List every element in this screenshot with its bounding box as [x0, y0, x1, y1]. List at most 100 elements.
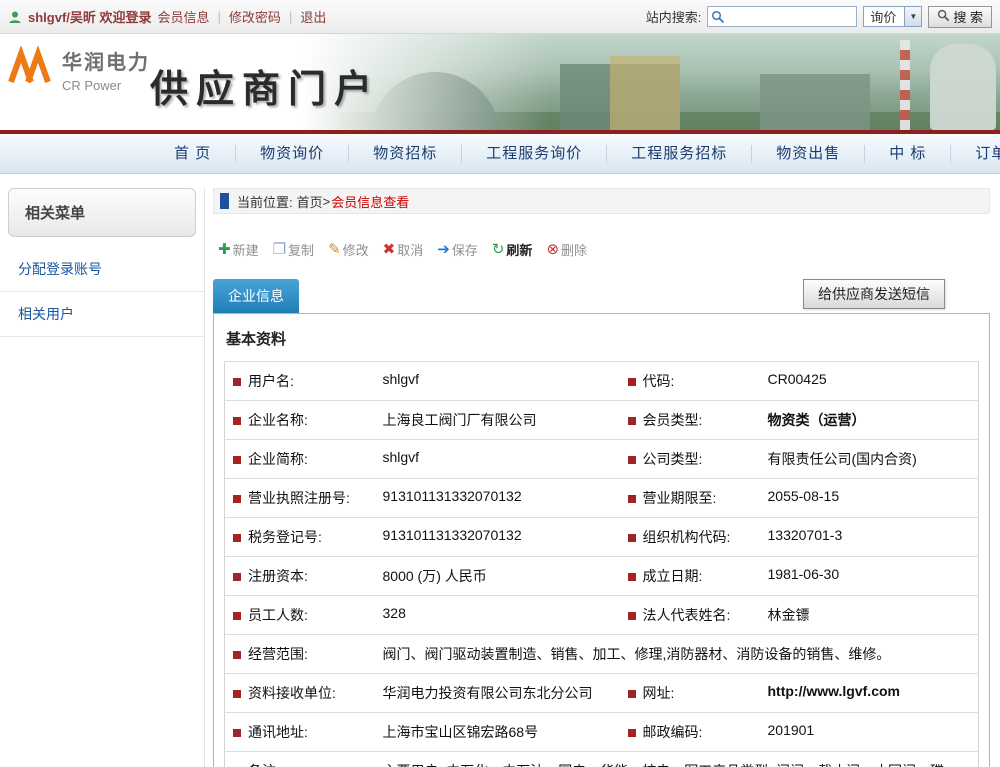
nav-service-inquiry[interactable]: 工程服务询价: [462, 145, 607, 163]
field-value: 1981-06-30: [760, 557, 979, 596]
tab-company-info[interactable]: 企业信息: [213, 279, 299, 313]
site-search-label: 站内搜索:: [646, 7, 702, 26]
section-title: 基本资料: [224, 314, 979, 361]
copy-button[interactable]: ❐ 复制: [268, 238, 319, 261]
member-info-link[interactable]: 会员信息: [158, 7, 210, 26]
field-value: 华润电力投资有限公司东北分公司: [375, 674, 620, 713]
field-value: 阀门、阀门驱动装置制造、销售、加工、修理,消防器材、消防设备的销售、维修。: [375, 635, 979, 674]
save-button[interactable]: ➔ 保存: [432, 238, 483, 261]
bullet-icon: [233, 456, 241, 464]
header-banner: 华润电力 CR Power 供应商门户: [0, 34, 1000, 130]
field-value: shlgvf: [375, 440, 620, 479]
field-label: 公司类型:: [643, 451, 703, 467]
field-label: 税务登记号:: [248, 529, 322, 545]
nav-material-bidding[interactable]: 物资招标: [349, 145, 462, 163]
sidebar-item-related-users[interactable]: 相关用户: [0, 292, 204, 337]
company-info-table: 用户名: shlgvf 代码: CR00425 企业名称: 上海良工阀门厂有限公…: [224, 361, 979, 767]
cancel-icon: ✖: [383, 242, 396, 257]
field-value: 物资类（运营）: [760, 401, 979, 440]
bullet-icon: [233, 378, 241, 386]
field-label: 营业期限至:: [643, 490, 717, 506]
sidebar: 相关菜单 分配登录账号 相关用户: [0, 188, 205, 767]
field-label: 通讯地址:: [248, 724, 308, 740]
breadcrumb-current[interactable]: 会员信息查看: [331, 192, 409, 211]
bullet-icon: [233, 573, 241, 581]
table-row: 企业名称: 上海良工阀门厂有限公司 会员类型: 物资类（运营）: [225, 401, 979, 440]
table-row: 通讯地址: 上海市宝山区锦宏路68号 邮政编码: 201901: [225, 713, 979, 752]
breadcrumb-home-link[interactable]: 首页: [297, 192, 323, 211]
user-icon: [8, 10, 22, 24]
separator: |: [289, 9, 292, 24]
nav-service-bidding[interactable]: 工程服务招标: [607, 145, 752, 163]
field-label: 企业简称:: [248, 451, 308, 467]
new-icon: ✚: [218, 242, 231, 257]
field-value: 有限责任公司(国内合资): [760, 440, 979, 479]
breadcrumb-label: 当前位置:: [237, 192, 293, 211]
bullet-icon: [628, 612, 636, 620]
field-label: 代码:: [643, 373, 675, 389]
bullet-icon: [628, 573, 636, 581]
cr-power-logo-icon: [8, 46, 54, 93]
nav-awarded[interactable]: 中 标: [865, 145, 951, 163]
new-button[interactable]: ✚ 新建: [213, 238, 264, 261]
cancel-button[interactable]: ✖ 取消: [378, 238, 429, 261]
field-value: http://www.lgvf.com: [760, 674, 979, 713]
field-label: 成立日期:: [643, 568, 703, 584]
breadcrumb-separator: >: [323, 194, 331, 209]
logo-text-cn: 华润电力: [62, 46, 150, 75]
main-nav: 首 页 物资询价 物资招标 工程服务询价 工程服务招标 物资出售 中 标 订单/…: [0, 134, 1000, 174]
nav-home[interactable]: 首 页: [150, 145, 236, 163]
main-content: 当前位置: 首页 > 会员信息查看 ✚ 新建 ❐ 复制 ✎ 修改 ✖ 取消: [205, 188, 1000, 767]
search-input[interactable]: [728, 8, 856, 25]
company-info-panel: 基本资料 用户名: shlgvf 代码: CR00425 企业名称: 上海良工阀…: [213, 313, 990, 767]
company-logo: 华润电力 CR Power: [8, 46, 150, 93]
table-row: 备注: 主要用户: 中石化、中石油、国电、华能、核电、军工产品类型: 闸阀、截止…: [225, 752, 979, 767]
field-value: 上海良工阀门厂有限公司: [375, 401, 620, 440]
field-label: 经营范围:: [248, 646, 308, 662]
sidebar-item-assign-accounts[interactable]: 分配登录账号: [0, 247, 204, 292]
nav-material-sale[interactable]: 物资出售: [752, 145, 865, 163]
field-label: 企业名称:: [248, 412, 308, 428]
send-sms-button[interactable]: 给供应商发送短信: [803, 279, 945, 309]
field-label: 资料接收单位:: [248, 685, 336, 701]
field-label: 网址:: [643, 685, 675, 701]
field-label: 备注:: [248, 763, 280, 767]
field-value: 13320701-3: [760, 518, 979, 557]
search-category-value: 询价: [864, 7, 904, 26]
field-value: 913101131332070132: [375, 479, 620, 518]
portal-title: 供应商门户: [150, 58, 380, 113]
chevron-down-icon[interactable]: [904, 7, 921, 26]
field-label: 会员类型:: [643, 412, 703, 428]
logout-link[interactable]: 退出: [300, 7, 326, 26]
field-label: 员工人数:: [248, 607, 308, 623]
edit-button[interactable]: ✎ 修改: [323, 238, 374, 261]
bullet-icon: [233, 417, 241, 425]
search-icon: [937, 9, 950, 25]
breadcrumb-marker-icon: [220, 193, 229, 209]
field-label: 法人代表姓名:: [643, 607, 731, 623]
search-input-wrap: [707, 6, 857, 27]
table-row: 企业简称: shlgvf 公司类型: 有限责任公司(国内合资): [225, 440, 979, 479]
field-label: 组织机构代码:: [643, 529, 731, 545]
table-row: 用户名: shlgvf 代码: CR00425: [225, 362, 979, 401]
bullet-icon: [628, 417, 636, 425]
bullet-icon: [628, 495, 636, 503]
separator: |: [218, 9, 221, 24]
bullet-icon: [233, 729, 241, 737]
field-value: 主要用户: 中石化、中石油、国电、华能、核电、军工产品类型: 闸阀、截止阀、止回…: [375, 752, 979, 767]
table-row: 税务登记号: 913101131332070132 组织机构代码: 133207…: [225, 518, 979, 557]
delete-button[interactable]: ⊗ 删除: [541, 238, 592, 261]
nav-material-inquiry[interactable]: 物资询价: [236, 145, 349, 163]
breadcrumb: 当前位置: 首页 > 会员信息查看: [213, 188, 990, 214]
field-value: 上海市宝山区锦宏路68号: [375, 713, 620, 752]
welcome-text: shlgvf/吴昕 欢迎登录: [28, 7, 152, 26]
field-label: 营业执照注册号:: [248, 490, 350, 506]
edit-icon: ✎: [328, 242, 341, 257]
nav-orders-contracts[interactable]: 订单/合同: [951, 145, 1000, 163]
bullet-icon: [233, 651, 241, 659]
field-value: 201901: [760, 713, 979, 752]
refresh-button[interactable]: ↻ 刷新: [487, 238, 538, 261]
search-category-select[interactable]: 询价: [863, 6, 922, 27]
search-button[interactable]: 搜 索: [928, 6, 992, 28]
change-password-link[interactable]: 修改密码: [229, 7, 281, 26]
